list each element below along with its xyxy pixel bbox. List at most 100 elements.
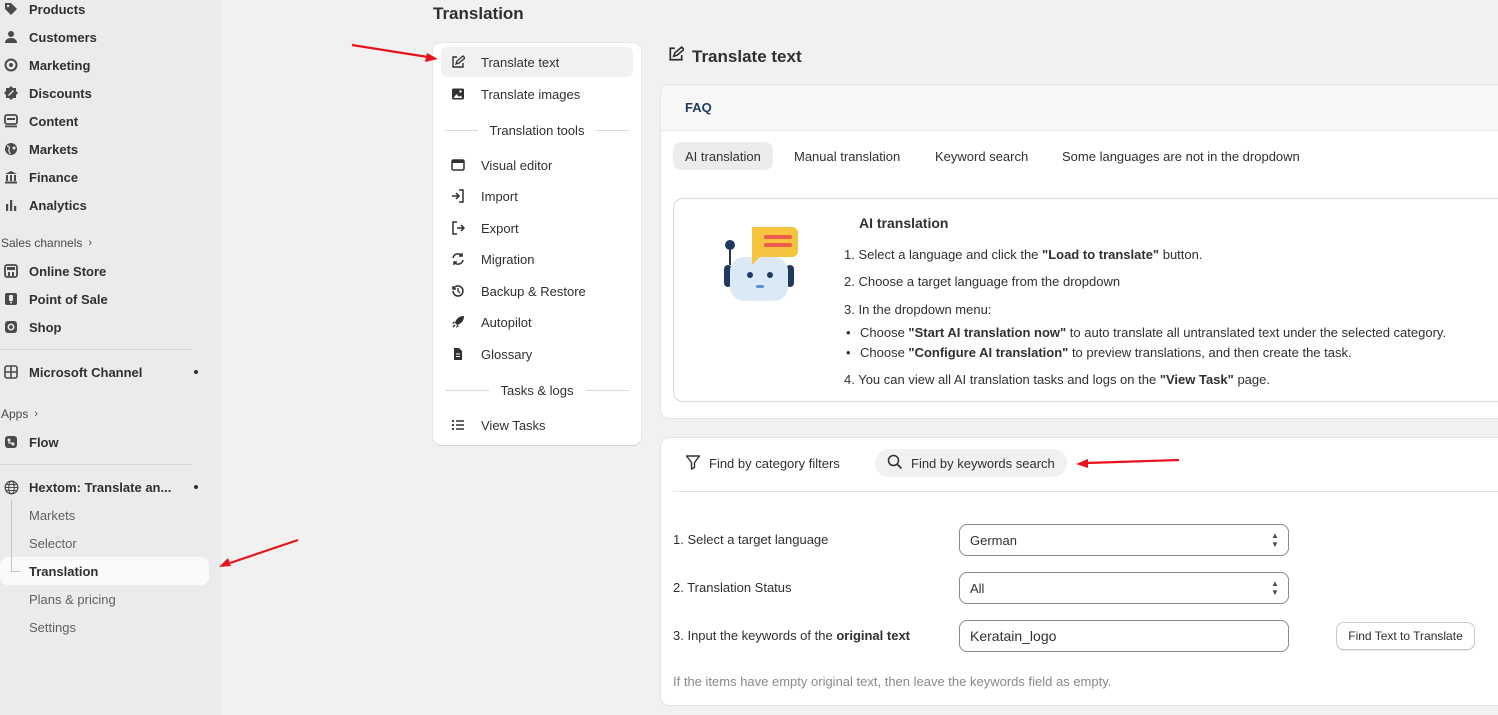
- globe-icon: [3, 479, 19, 495]
- select-chevron-icon: ▲ ▼: [1271, 579, 1279, 597]
- filter-icon: [685, 454, 701, 473]
- browser-window-icon: [451, 158, 467, 172]
- sidebar-item-hextom-app[interactable]: Hextom: Translate an...: [0, 475, 210, 499]
- ai-step-3-bullet-2: Choose "Configure AI translation" to pre…: [846, 345, 1352, 360]
- store-icon: [3, 263, 19, 279]
- sidebar-divider: [0, 464, 192, 465]
- flow-icon: [3, 434, 19, 450]
- ai-step-1: 1. Select a language and click the "Load…: [844, 247, 1203, 262]
- tag-icon: [3, 1, 19, 17]
- tasks-logs-header: Tasks & logs: [445, 383, 630, 398]
- discount-icon: [3, 85, 19, 101]
- export-icon: [451, 221, 467, 235]
- sidebar: Products Customers Marketing Discounts C…: [0, 0, 221, 715]
- sidebar-item-marketing[interactable]: Marketing: [0, 53, 210, 77]
- menu-item-migration[interactable]: Migration: [441, 244, 633, 274]
- sidebar-item-label: Finance: [29, 169, 79, 185]
- ai-translation-panel: AI translation 1. Select a language and …: [673, 198, 1498, 402]
- target-icon: [3, 57, 19, 73]
- chevron-right-icon: ›: [34, 408, 39, 420]
- find-text-to-translate-button[interactable]: Find Text to Translate: [1336, 622, 1475, 650]
- sales-channels-header[interactable]: Sales channels ›: [1, 236, 92, 250]
- empty-text-hint: If the items have empty original text, t…: [673, 674, 1112, 689]
- menu-item-visual-editor[interactable]: Visual editor: [441, 150, 633, 180]
- faq-card: FAQ AI translation Manual translation Ke…: [661, 85, 1498, 418]
- sidebar-item-label: Analytics: [29, 197, 87, 213]
- translation-tools-header: Translation tools: [445, 123, 629, 138]
- menu-item-view-tasks[interactable]: View Tasks: [441, 410, 633, 440]
- keywords-input[interactable]: Keratain_logo: [959, 620, 1289, 652]
- document-icon: [451, 347, 467, 361]
- tab-manual-translation[interactable]: Manual translation: [782, 142, 912, 170]
- sidebar-item-label: Customers: [29, 29, 97, 45]
- ai-step-3-bullet-1: Choose "Start AI translation now" to aut…: [846, 325, 1446, 340]
- ai-step-4: 4. You can view all AI translation tasks…: [844, 372, 1270, 387]
- target-language-select[interactable]: German ▲ ▼: [959, 524, 1289, 556]
- sidebar-subitem-markets[interactable]: Markets: [29, 508, 75, 523]
- tab-languages-not-in-dropdown[interactable]: Some languages are not in the dropdown: [1050, 142, 1312, 170]
- sidebar-item-label: Markets: [29, 141, 79, 157]
- menu-item-import[interactable]: Import: [441, 181, 633, 211]
- bar-chart-icon: [3, 197, 19, 213]
- content-icon: [3, 113, 19, 129]
- filter-by-keywords-tab[interactable]: Find by keywords search: [875, 449, 1067, 477]
- filter-by-category-tab[interactable]: Find by category filters: [673, 449, 852, 477]
- menu-item-autopilot[interactable]: Autopilot: [441, 307, 633, 337]
- sidebar-subitem-translation[interactable]: Translation: [29, 564, 98, 579]
- sidebar-item-analytics[interactable]: Analytics: [0, 193, 210, 217]
- menu-item-glossary[interactable]: Glossary: [441, 339, 633, 369]
- translation-status-label: 2. Translation Status: [673, 580, 792, 595]
- search-card: Find by category filters Find by keyword…: [661, 438, 1498, 705]
- sidebar-item-flow[interactable]: Flow: [0, 430, 210, 454]
- pos-icon: [3, 291, 19, 307]
- sidebar-item-markets[interactable]: Markets: [0, 137, 210, 161]
- menu-item-export[interactable]: Export: [441, 213, 633, 243]
- sidebar-item-label: Hextom: Translate an...: [29, 479, 172, 495]
- sidebar-item-label: Microsoft Channel: [29, 364, 143, 380]
- pin-dot: [194, 485, 198, 489]
- menu-item-translate-text[interactable]: Translate text: [441, 47, 633, 77]
- list-icon: [451, 418, 467, 432]
- sidebar-item-point-of-sale[interactable]: Point of Sale: [0, 287, 210, 311]
- shop-icon: [3, 319, 19, 335]
- tree-connector-branch: [11, 571, 20, 572]
- tab-keyword-search[interactable]: Keyword search: [923, 142, 1040, 170]
- edit-icon: [668, 46, 686, 67]
- tab-ai-translation[interactable]: AI translation: [673, 142, 773, 170]
- faq-header[interactable]: FAQ: [661, 85, 1498, 131]
- sidebar-item-online-store[interactable]: Online Store: [0, 259, 210, 283]
- translation-status-select[interactable]: All ▲ ▼: [959, 572, 1289, 604]
- sidebar-item-products[interactable]: Products: [0, 0, 210, 21]
- sidebar-subitem-plans-pricing[interactable]: Plans & pricing: [29, 592, 116, 607]
- sidebar-item-content[interactable]: Content: [0, 109, 210, 133]
- sidebar-item-customers[interactable]: Customers: [0, 25, 210, 49]
- sidebar-item-microsoft-channel[interactable]: Microsoft Channel: [0, 360, 210, 384]
- sidebar-item-finance[interactable]: Finance: [0, 165, 210, 189]
- sidebar-item-label: Products: [29, 1, 86, 17]
- sidebar-item-label: Online Store: [29, 263, 107, 279]
- ai-step-2: 2. Choose a target language from the dro…: [844, 274, 1121, 289]
- arrow-to-translation-subitem: [219, 538, 299, 567]
- menu-item-backup-restore[interactable]: Backup & Restore: [441, 276, 633, 306]
- sidebar-item-shop[interactable]: Shop: [0, 315, 210, 339]
- sidebar-subitem-settings[interactable]: Settings: [29, 620, 76, 635]
- sidebar-divider: [0, 349, 192, 350]
- sidebar-item-label: Marketing: [29, 57, 91, 73]
- robot-illustration: [724, 227, 798, 301]
- refresh-icon: [451, 252, 467, 266]
- translation-menu: Translate text Translate images Translat…: [433, 43, 641, 445]
- menu-item-translate-images[interactable]: Translate images: [441, 79, 633, 109]
- target-language-label: 1. Select a target language: [673, 532, 829, 547]
- sidebar-item-label: Discounts: [29, 85, 92, 101]
- edit-icon: [451, 55, 467, 69]
- sidebar-item-discounts[interactable]: Discounts: [0, 81, 210, 105]
- apps-header[interactable]: Apps ›: [1, 407, 38, 421]
- rocket-icon: [451, 315, 467, 329]
- arrow-to-translate-text: [351, 43, 438, 62]
- sidebar-item-label: Shop: [29, 319, 62, 335]
- image-icon: [451, 87, 467, 101]
- sidebar-item-label: Content: [29, 113, 79, 129]
- search-divider: [673, 491, 1498, 492]
- sidebar-subitem-selector[interactable]: Selector: [29, 536, 77, 551]
- globe-icon: [3, 141, 19, 157]
